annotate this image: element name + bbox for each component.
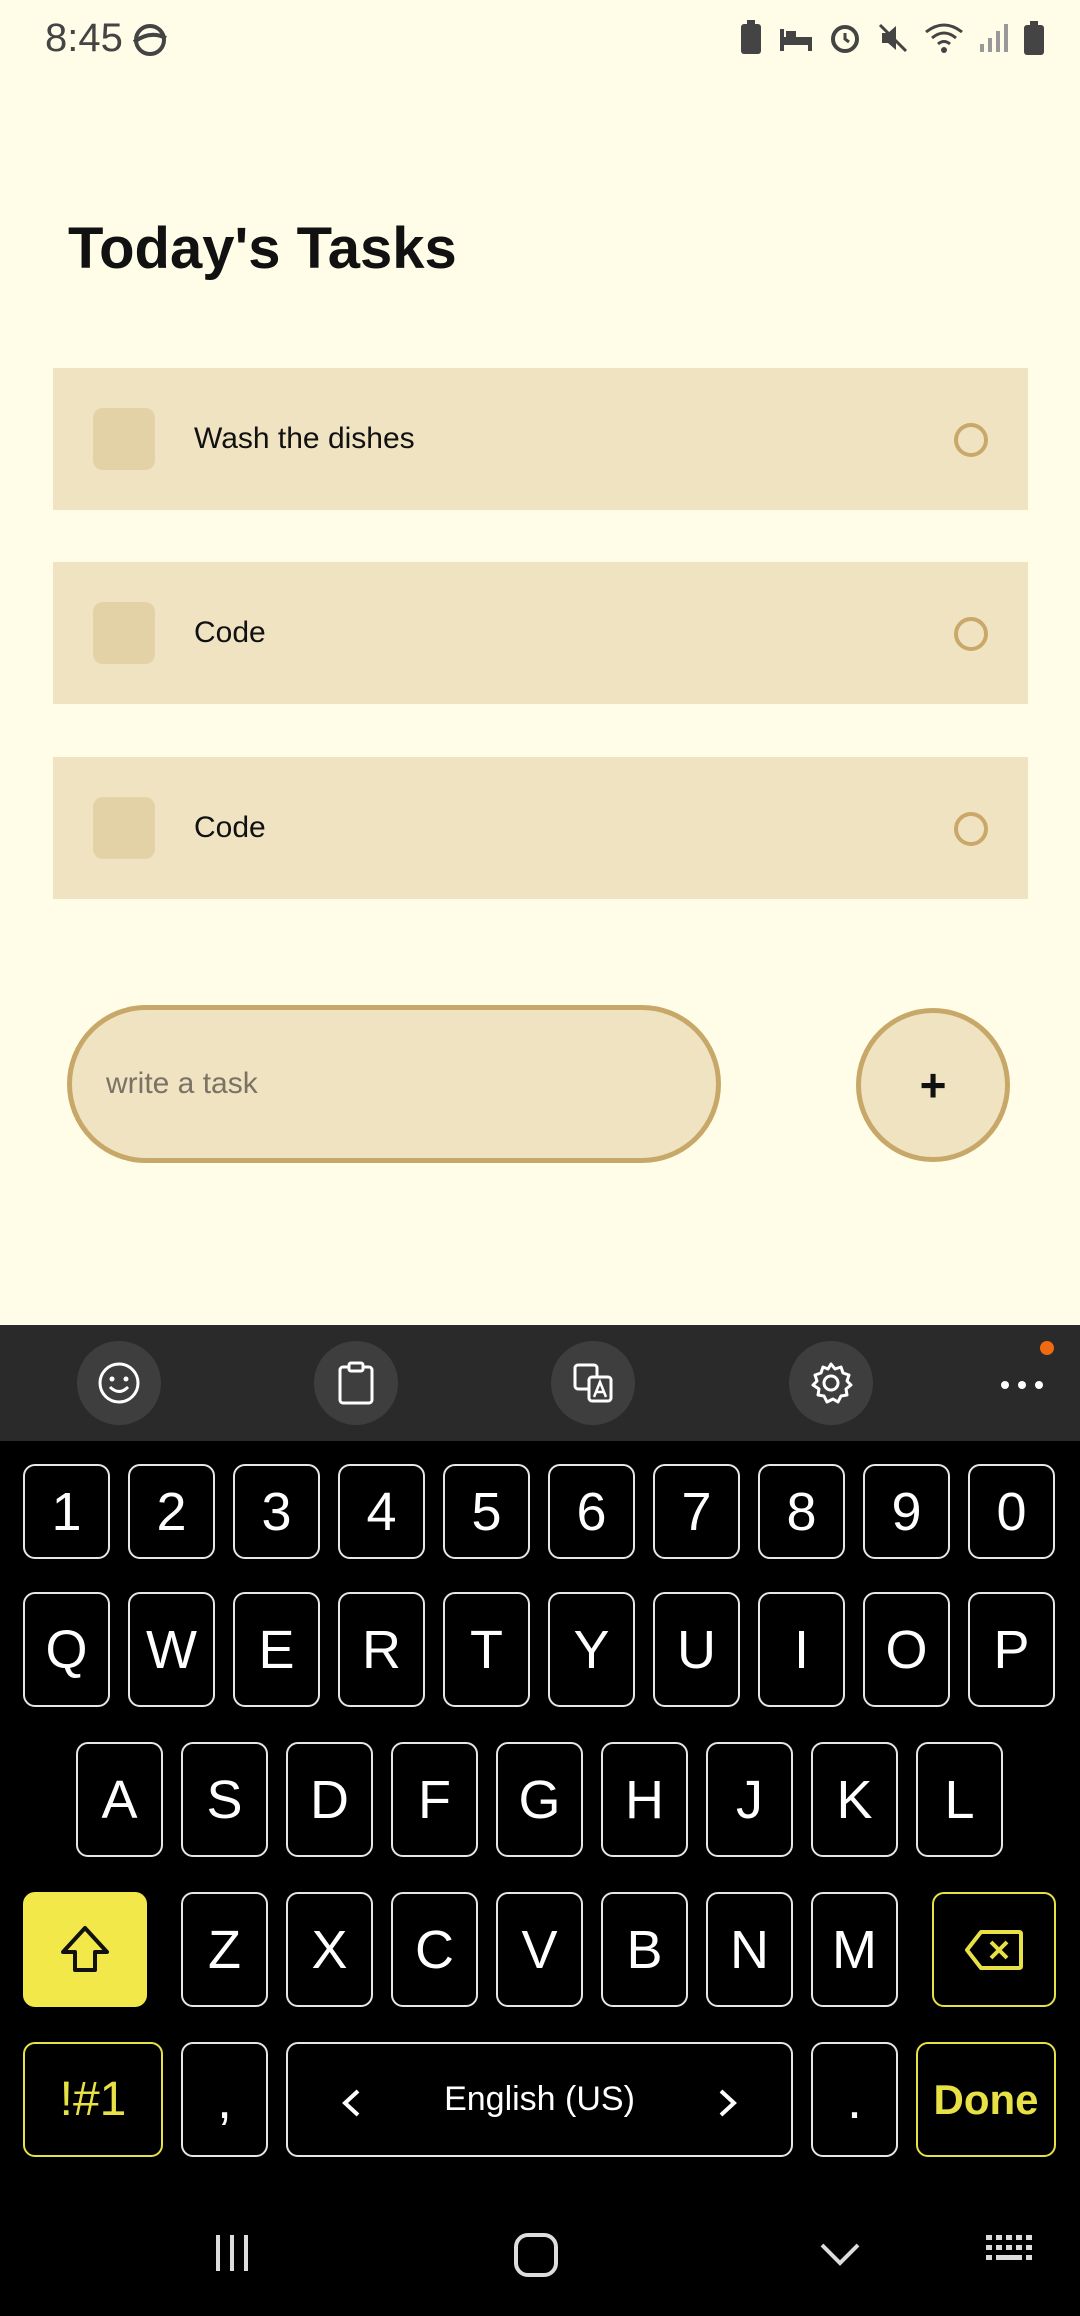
task-checkbox[interactable] (93, 797, 155, 859)
space-bar[interactable]: English (US) (286, 2042, 793, 2157)
page-title: Today's Tasks (68, 216, 457, 281)
key-o[interactable]: O (863, 1592, 950, 1707)
key-e[interactable]: E (233, 1592, 320, 1707)
key-u[interactable]: U (653, 1592, 740, 1707)
task-checkbox[interactable] (93, 602, 155, 664)
key-b[interactable]: B (601, 1892, 688, 2007)
key-c[interactable]: C (391, 1892, 478, 2007)
keyboard-toolbar (0, 1325, 1080, 1441)
chevron-left-icon (340, 2069, 362, 2131)
key-y[interactable]: Y (548, 1592, 635, 1707)
key-2[interactable]: 2 (128, 1464, 215, 1559)
vpn-globe-icon (130, 20, 170, 65)
symbols-key[interactable]: !#1 (23, 2042, 163, 2157)
key-s[interactable]: S (181, 1742, 268, 1857)
task-text: Code (194, 811, 266, 844)
status-icons (738, 20, 1046, 56)
key-r[interactable]: R (338, 1592, 425, 1707)
period-key[interactable]: . (811, 2042, 898, 2157)
key-w[interactable]: W (128, 1592, 215, 1707)
more-options-icon[interactable] (992, 1355, 1052, 1415)
add-task-button[interactable]: + (856, 1008, 1010, 1162)
comma-key[interactable]: , (181, 2042, 268, 2157)
key-t[interactable]: T (443, 1592, 530, 1707)
key-7[interactable]: 7 (653, 1464, 740, 1559)
key-8[interactable]: 8 (758, 1464, 845, 1559)
done-key[interactable]: Done (916, 2042, 1056, 2157)
key-6[interactable]: 6 (548, 1464, 635, 1559)
key-x[interactable]: X (286, 1892, 373, 2007)
key-n[interactable]: N (706, 1892, 793, 2007)
sleep-mode-icon (780, 29, 812, 51)
key-i[interactable]: I (758, 1592, 845, 1707)
wifi-icon (925, 23, 963, 53)
key-a[interactable]: A (76, 1742, 163, 1857)
key-0[interactable]: 0 (968, 1464, 1055, 1559)
task-status-circle[interactable] (954, 423, 988, 457)
chevron-right-icon (717, 2069, 739, 2131)
task-text: Code (194, 616, 266, 649)
key-5[interactable]: 5 (443, 1464, 530, 1559)
translate-icon[interactable] (551, 1341, 635, 1425)
backspace-key[interactable] (932, 1892, 1056, 2007)
chevron-down-icon[interactable] (816, 2231, 864, 2275)
task-text: Wash the dishes (194, 422, 415, 455)
key-l[interactable]: L (916, 1742, 1003, 1857)
shift-key[interactable] (23, 1892, 147, 2007)
task-status-circle[interactable] (954, 617, 988, 651)
task-input[interactable] (67, 1005, 721, 1163)
navigation-bar (0, 2201, 1080, 2316)
backspace-icon (965, 1929, 1023, 1970)
recents-icon[interactable] (210, 2231, 254, 2275)
keyboard: 1 2 3 4 5 6 7 8 9 0 Q W E R T Y U I O P … (0, 1441, 1080, 2201)
key-m[interactable]: M (811, 1892, 898, 2007)
gear-icon[interactable] (789, 1341, 873, 1425)
key-3[interactable]: 3 (233, 1464, 320, 1559)
battery-saver-icon (741, 20, 761, 54)
status-bar: 8:45 (0, 0, 1080, 82)
key-f[interactable]: F (391, 1742, 478, 1857)
key-g[interactable]: G (496, 1742, 583, 1857)
key-h[interactable]: H (601, 1742, 688, 1857)
alarm-icon (831, 25, 859, 53)
mute-icon (878, 23, 908, 53)
task-status-circle[interactable] (954, 812, 988, 846)
battery-icon (1024, 21, 1044, 55)
signal-icon (980, 24, 1008, 52)
key-9[interactable]: 9 (863, 1464, 950, 1559)
home-icon[interactable] (512, 2231, 560, 2279)
key-k[interactable]: K (811, 1742, 898, 1857)
task-item[interactable]: Wash the dishes (53, 368, 1028, 510)
key-p[interactable]: P (968, 1592, 1055, 1707)
key-v[interactable]: V (496, 1892, 583, 2007)
language-label: English (US) (444, 2080, 635, 2118)
key-4[interactable]: 4 (338, 1464, 425, 1559)
key-q[interactable]: Q (23, 1592, 110, 1707)
task-item[interactable]: Code (53, 757, 1028, 899)
clipboard-icon[interactable] (314, 1341, 398, 1425)
key-j[interactable]: J (706, 1742, 793, 1857)
key-z[interactable]: Z (181, 1892, 268, 2007)
keyboard-icon[interactable] (984, 2231, 1036, 2271)
task-item[interactable]: Code (53, 562, 1028, 704)
shift-arrow-icon (61, 1925, 109, 1972)
notification-dot (1040, 1341, 1054, 1355)
emoji-icon[interactable] (77, 1341, 161, 1425)
task-checkbox[interactable] (93, 408, 155, 470)
key-1[interactable]: 1 (23, 1464, 110, 1559)
status-time: 8:45 (45, 16, 123, 60)
key-d[interactable]: D (286, 1742, 373, 1857)
